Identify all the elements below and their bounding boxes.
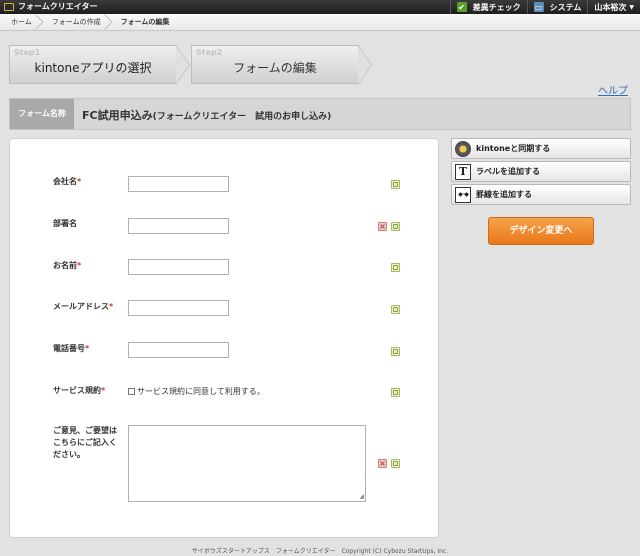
- delete-field-icon[interactable]: ×: [378, 222, 387, 231]
- name-label: お名前*: [53, 261, 82, 270]
- step1-label: kintoneアプリの選択: [34, 61, 152, 75]
- email-label: メールアドレス*: [53, 302, 114, 311]
- footer-copyright: サイボウズスタートアップス フォームクリエイター Copyright (C) C…: [191, 548, 449, 555]
- form-name-value[interactable]: FC試用申込み(フォームクリエイター 試用のお申し込み): [82, 107, 331, 123]
- comments-label: ご意見、ご要望はこちらにご記入ください。: [53, 426, 117, 459]
- help-link[interactable]: ヘルプ: [598, 82, 628, 97]
- kintone-sync-icon: [455, 140, 471, 157]
- diff-check-label: 差異チェック: [472, 2, 521, 12]
- form-canvas: 会社名* 部署名 × お名前* メールアドレス* 電話番号* サービス規約* サ…: [9, 138, 439, 538]
- app-title: フォームクリエイター: [18, 2, 98, 11]
- department-label: 部署名: [53, 219, 77, 228]
- checkmark-icon: ✔: [456, 2, 467, 12]
- add-label-button[interactable]: T ラベルを追加する: [451, 161, 631, 182]
- add-field-icon[interactable]: [391, 459, 400, 468]
- department-input[interactable]: [128, 218, 229, 234]
- sync-kintone-button[interactable]: kintoneと同期する: [451, 138, 631, 159]
- step2-edit-form: Step2 フォームの編集: [191, 45, 372, 85]
- step1-number: Step1: [14, 48, 41, 57]
- form-name-subtitle: (フォームクリエイター 試用のお申し込み): [152, 112, 332, 122]
- monitor-icon: ▭: [533, 2, 544, 12]
- add-field-icon[interactable]: [391, 388, 400, 397]
- breadcrumb-form-create[interactable]: フォームの作成: [40, 14, 109, 31]
- caret-down-icon: ▼: [629, 3, 634, 11]
- add-field-icon[interactable]: [391, 263, 400, 272]
- comments-textarea[interactable]: ◢: [128, 425, 366, 502]
- system-label: システム: [549, 2, 582, 12]
- diff-check-menu[interactable]: ✔ 差異チェック: [449, 0, 527, 14]
- terms-checkbox-row[interactable]: サービス規約に同意して利用する。: [128, 386, 265, 397]
- form-name-label: フォーム名称: [10, 99, 74, 129]
- terms-checkbox[interactable]: [128, 388, 135, 395]
- step2-number: Step2: [196, 48, 223, 57]
- user-menu[interactable]: 山本裕次 ▼: [587, 0, 640, 14]
- step1-select-app[interactable]: Step1 kintoneアプリの選択: [9, 45, 190, 85]
- delete-field-icon[interactable]: ×: [378, 459, 387, 468]
- resize-grip-icon[interactable]: ◢: [359, 494, 364, 500]
- form-name-bar: フォーム名称 FC試用申込み(フォームクリエイター 試用のお申し込み): [9, 98, 631, 130]
- company-label: 会社名*: [53, 177, 82, 186]
- sync-kintone-label: kintoneと同期する: [476, 144, 551, 153]
- app-logo-icon: [4, 3, 14, 11]
- add-rule-label: 罫線を追加する: [476, 190, 532, 199]
- design-change-button[interactable]: デザイン変更へ: [488, 217, 594, 245]
- horizontal-rule-icon: ◆─◆: [455, 186, 471, 203]
- add-field-icon[interactable]: [391, 180, 400, 189]
- phone-input[interactable]: [128, 342, 229, 358]
- phone-label: 電話番号*: [53, 344, 90, 353]
- step2-arrow-inner: [358, 46, 371, 84]
- add-label-label: ラベルを追加する: [476, 167, 540, 176]
- company-input[interactable]: [128, 176, 229, 192]
- add-field-icon[interactable]: [391, 347, 400, 356]
- add-field-icon[interactable]: [391, 222, 400, 231]
- name-input[interactable]: [128, 259, 229, 275]
- terms-checkbox-label: サービス規約に同意して利用する。: [137, 387, 265, 396]
- step2-label: フォームの編集: [233, 61, 317, 75]
- add-field-icon[interactable]: [391, 305, 400, 314]
- text-label-icon: T: [455, 163, 471, 180]
- user-name: 山本裕次: [594, 2, 627, 12]
- top-menu: ✔ 差異チェック ▭ システム 山本裕次 ▼: [449, 0, 640, 14]
- breadcrumb-form-edit: フォームの編集: [120, 17, 170, 26]
- system-menu[interactable]: ▭ システム: [526, 0, 588, 14]
- breadcrumb-home[interactable]: ホーム: [0, 14, 40, 31]
- breadcrumb: ホーム フォームの作成 フォームの編集: [0, 14, 640, 31]
- terms-label: サービス規約*: [53, 386, 106, 395]
- form-name-title: FC試用申込み: [82, 109, 153, 122]
- top-bar: フォームクリエイター ✔ 差異チェック ▭ システム 山本裕次 ▼: [0, 0, 640, 14]
- step1-arrow-inner: [176, 46, 189, 84]
- email-input[interactable]: [128, 300, 229, 316]
- add-rule-button[interactable]: ◆─◆ 罫線を追加する: [451, 184, 631, 205]
